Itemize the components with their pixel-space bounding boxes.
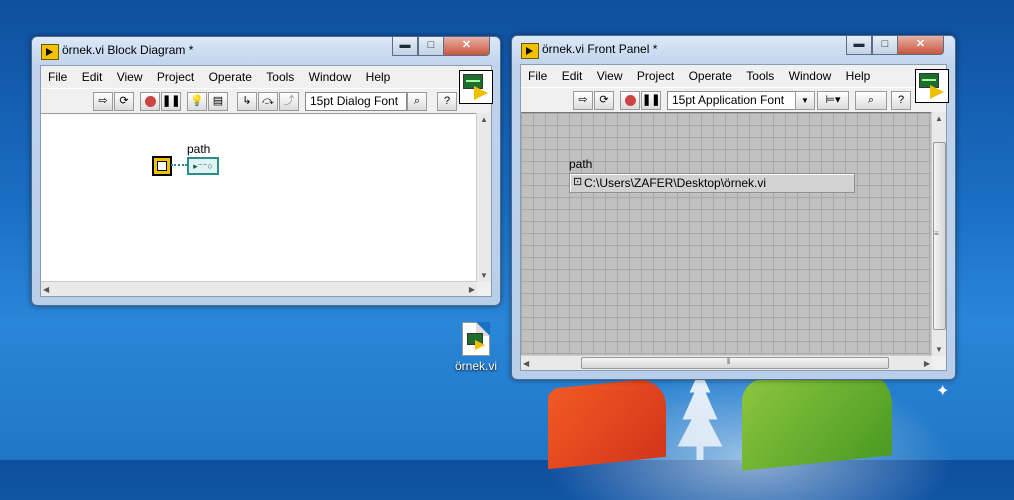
step-into-icon[interactable]: ↳ xyxy=(237,92,257,111)
vi-file-icon xyxy=(462,322,490,356)
maximize-button[interactable]: □ xyxy=(872,36,898,55)
toolbar: ⇨ ⟳ ❚❚ 15pt Application Font ▼ ⊨▾ ⌕ ? xyxy=(521,87,946,112)
menu-view[interactable]: View xyxy=(117,66,143,88)
menu-window[interactable]: Window xyxy=(309,66,352,88)
align-icon[interactable]: ⌕ xyxy=(407,92,427,111)
labview-icon xyxy=(41,44,59,60)
front-panel-window[interactable]: örnek.vi Front Panel * ▬ □ ✕ File Edit V… xyxy=(511,35,956,380)
wire[interactable] xyxy=(171,164,187,166)
run-continuously-icon[interactable]: ⟳ xyxy=(114,92,134,111)
menu-edit[interactable]: Edit xyxy=(562,65,583,87)
menu-project[interactable]: Project xyxy=(637,65,674,87)
minimize-button[interactable]: ▬ xyxy=(846,36,872,55)
menu-tools[interactable]: Tools xyxy=(266,66,294,88)
zoom-icon[interactable]: ⌕ xyxy=(855,91,887,110)
menu-view[interactable]: View xyxy=(597,65,623,87)
close-button[interactable]: ✕ xyxy=(897,36,944,55)
horizontal-scrollbar[interactable]: ◀ ⦀ ▶ xyxy=(521,355,932,370)
font-dropdown-icon[interactable]: ▼ xyxy=(795,91,815,110)
front-panel-canvas[interactable]: path ⊡ C:\Users\ZAFER\Desktop\örnek.vi xyxy=(521,112,932,356)
vi-connector-icon[interactable] xyxy=(915,69,949,103)
help-icon[interactable]: ? xyxy=(437,92,457,111)
menu-tools[interactable]: Tools xyxy=(746,65,774,87)
menu-file[interactable]: File xyxy=(48,66,67,88)
window-client: File Edit View Project Operate Tools Win… xyxy=(520,64,949,371)
menu-operate[interactable]: Operate xyxy=(689,65,732,87)
minimize-button[interactable]: ▬ xyxy=(392,37,418,56)
labview-icon xyxy=(521,43,539,59)
help-icon[interactable]: ? xyxy=(891,91,911,110)
window-title: örnek.vi Front Panel * xyxy=(542,42,658,56)
path-indicator-terminal[interactable]: ▸⁻⁻○ xyxy=(187,157,219,175)
path-control-label[interactable]: path xyxy=(569,157,592,171)
pause-icon[interactable]: ❚❚ xyxy=(161,92,181,111)
menu-help[interactable]: Help xyxy=(846,65,871,87)
menu-help[interactable]: Help xyxy=(366,66,391,88)
desktop-vi-file[interactable]: örnek.vi xyxy=(452,322,500,373)
menu-bar: File Edit View Project Operate Tools Win… xyxy=(521,65,946,87)
desktop-icon-label: örnek.vi xyxy=(454,359,498,373)
scroll-thumb-horizontal[interactable] xyxy=(581,357,889,369)
step-over-icon[interactable]: ⤼ xyxy=(258,92,278,111)
menu-project[interactable]: Project xyxy=(157,66,194,88)
font-selector[interactable]: 15pt Dialog Font xyxy=(305,92,407,111)
path-value[interactable]: C:\Users\ZAFER\Desktop\örnek.vi xyxy=(584,176,766,190)
window-client: File Edit View Project Operate Tools Win… xyxy=(40,65,493,297)
window-title: örnek.vi Block Diagram * xyxy=(62,43,194,57)
abort-icon[interactable] xyxy=(620,91,640,110)
menu-edit[interactable]: Edit xyxy=(82,66,103,88)
menu-file[interactable]: File xyxy=(528,65,547,87)
block-diagram-window[interactable]: örnek.vi Block Diagram * ▬ □ ✕ File Edit… xyxy=(31,36,501,306)
highlight-execution-icon[interactable]: 💡 xyxy=(187,92,207,111)
title-bar[interactable]: örnek.vi Block Diagram * ▬ □ ✕ xyxy=(32,37,500,65)
block-diagram-canvas[interactable]: path ▸⁻⁻○ xyxy=(41,113,477,282)
vertical-scrollbar[interactable]: ▲ ≡ ▼ xyxy=(931,112,946,356)
font-selector[interactable]: 15pt Application Font xyxy=(667,91,803,110)
title-bar[interactable]: örnek.vi Front Panel * ▬ □ ✕ xyxy=(512,36,955,64)
run-continuously-icon[interactable]: ⟳ xyxy=(594,91,614,110)
vi-reference-node[interactable] xyxy=(152,156,172,176)
toolbar: ⇨ ⟳ ❚❚ 💡 ▤ ↳ ⤼ ⤴ 15pt Dialog Font ⌕ ? xyxy=(41,88,491,113)
maximize-button[interactable]: □ xyxy=(418,37,444,56)
horizontal-scrollbar[interactable]: ◀ ▶ xyxy=(41,281,477,296)
butterfly-icon: ✦ xyxy=(936,383,950,400)
path-terminal-label[interactable]: path xyxy=(187,142,210,156)
path-browse-icon: ⊡ xyxy=(573,176,583,188)
menu-window[interactable]: Window xyxy=(789,65,832,87)
windows-flag-red xyxy=(548,376,666,470)
windows-flag-green xyxy=(742,365,892,471)
step-out-icon[interactable]: ⤴ xyxy=(279,92,299,111)
align-objects-icon[interactable]: ⊨▾ xyxy=(817,91,849,110)
menu-bar: File Edit View Project Operate Tools Win… xyxy=(41,66,491,88)
pause-icon[interactable]: ❚❚ xyxy=(641,91,661,110)
menu-operate[interactable]: Operate xyxy=(209,66,252,88)
vertical-scrollbar[interactable]: ▲ ▼ xyxy=(476,113,491,282)
retain-wire-values-icon[interactable]: ▤ xyxy=(208,92,228,111)
run-arrow-icon[interactable]: ⇨ xyxy=(573,91,593,110)
path-control[interactable]: ⊡ C:\Users\ZAFER\Desktop\örnek.vi xyxy=(569,173,855,193)
vi-connector-icon[interactable] xyxy=(459,70,493,104)
abort-icon[interactable] xyxy=(140,92,160,111)
run-arrow-icon[interactable]: ⇨ xyxy=(93,92,113,111)
close-button[interactable]: ✕ xyxy=(443,37,490,56)
